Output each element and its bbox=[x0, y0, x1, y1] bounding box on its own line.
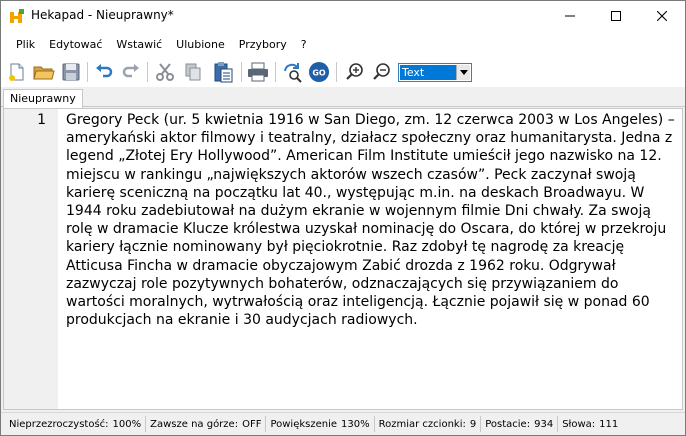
save-disk-icon bbox=[62, 63, 80, 81]
maximize-icon bbox=[611, 11, 621, 21]
go-icon: GO bbox=[309, 62, 329, 82]
print-button[interactable] bbox=[246, 60, 270, 84]
characters-label: Postacie: bbox=[485, 418, 531, 430]
redo-button[interactable] bbox=[119, 60, 143, 84]
syntax-mode-value: Text bbox=[400, 65, 456, 80]
menu-edytowac[interactable]: Edytować bbox=[42, 38, 109, 51]
zoom-in-button[interactable] bbox=[343, 60, 367, 84]
chevron-down-icon bbox=[459, 70, 468, 75]
always-on-top-value: OFF bbox=[242, 418, 262, 430]
status-always-on-top[interactable]: Zawsze na górze: OFF bbox=[146, 416, 267, 432]
status-zoom[interactable]: Powiększenie 130% bbox=[266, 416, 375, 432]
minimize-icon bbox=[565, 15, 575, 17]
zoom-label: Powiększenie bbox=[270, 418, 338, 430]
copy-icon bbox=[185, 63, 201, 81]
opacity-value: 100% bbox=[112, 418, 142, 430]
undo-icon bbox=[96, 64, 113, 78]
menu-ulubione[interactable]: Ulubione bbox=[169, 38, 232, 51]
font-size-label: Rozmiar czcionki: bbox=[378, 418, 466, 430]
refresh-replace-icon bbox=[284, 63, 302, 83]
save-button[interactable] bbox=[59, 60, 83, 84]
zoom-out-icon bbox=[373, 63, 390, 80]
editor[interactable]: 1 Gregory Peck (ur. 5 kwietnia 1916 w Sa… bbox=[3, 108, 683, 410]
paste-clipboard-icon bbox=[214, 62, 233, 83]
toolbar: GO bbox=[1, 57, 685, 87]
title-bar[interactable]: Hekapad - Nieuprawny* bbox=[1, 1, 685, 31]
zoom-in-icon bbox=[346, 63, 363, 80]
syntax-mode-select[interactable]: Text bbox=[398, 63, 472, 82]
status-characters: Postacie: 934 bbox=[481, 416, 559, 432]
opacity-label: Nieprzezroczystość: bbox=[9, 418, 109, 430]
close-icon bbox=[657, 11, 667, 21]
undo-button[interactable] bbox=[92, 60, 116, 84]
status-opacity[interactable]: Nieprzezroczystość: 100% bbox=[5, 416, 147, 432]
zoom-value: 130% bbox=[341, 418, 370, 430]
tab-strip: Nieuprawny bbox=[1, 87, 685, 108]
menu-plik[interactable]: Plik bbox=[9, 38, 42, 51]
printer-icon bbox=[248, 62, 268, 82]
folder-open-icon bbox=[33, 66, 55, 80]
maximize-button[interactable] bbox=[593, 1, 639, 31]
status-font-size[interactable]: Rozmiar czcionki: 9 bbox=[375, 416, 482, 432]
replace-button[interactable] bbox=[280, 60, 304, 84]
minimize-button[interactable] bbox=[547, 1, 593, 31]
app-window: Hekapad - Nieuprawny* Plik Edytować Wsta… bbox=[0, 0, 686, 436]
svg-text:GO: GO bbox=[312, 69, 326, 78]
menu-przybory[interactable]: Przybory bbox=[232, 38, 294, 51]
zoom-out-button[interactable] bbox=[370, 60, 394, 84]
characters-value: 934 bbox=[534, 418, 554, 430]
goto-button[interactable]: GO bbox=[307, 60, 331, 84]
menu-wstawic[interactable]: Wstawić bbox=[109, 38, 169, 51]
open-file-button[interactable] bbox=[32, 60, 56, 84]
cut-scissors-icon bbox=[156, 63, 174, 81]
status-bar: Nieprzezroczystość: 100% Zawsze na górze… bbox=[1, 412, 685, 435]
close-button[interactable] bbox=[639, 1, 685, 31]
cut-button[interactable] bbox=[153, 60, 177, 84]
copy-button[interactable] bbox=[181, 60, 205, 84]
status-words: Słowa: 111 bbox=[558, 416, 622, 432]
line-number-gutter: 1 bbox=[4, 109, 58, 409]
new-file-icon bbox=[9, 63, 24, 81]
words-label: Słowa: bbox=[562, 418, 596, 430]
menu-bar: Plik Edytować Wstawić Ulubione Przybory … bbox=[1, 31, 685, 57]
app-logo-icon bbox=[10, 9, 24, 23]
words-value: 111 bbox=[599, 418, 619, 430]
paste-button[interactable] bbox=[211, 60, 235, 84]
tab-nieuprawny[interactable]: Nieuprawny bbox=[3, 89, 83, 108]
font-size-value: 9 bbox=[469, 418, 477, 430]
dropdown-arrow[interactable] bbox=[456, 65, 470, 80]
window-title: Hekapad - Nieuprawny* bbox=[31, 8, 174, 22]
menu-help[interactable]: ? bbox=[294, 38, 314, 51]
line-number: 1 bbox=[37, 112, 46, 128]
redo-icon bbox=[122, 64, 139, 78]
new-file-button[interactable] bbox=[5, 60, 29, 84]
editor-text[interactable]: Gregory Peck (ur. 5 kwietnia 1916 w San … bbox=[66, 111, 676, 329]
always-on-top-label: Zawsze na górze: bbox=[150, 418, 239, 430]
